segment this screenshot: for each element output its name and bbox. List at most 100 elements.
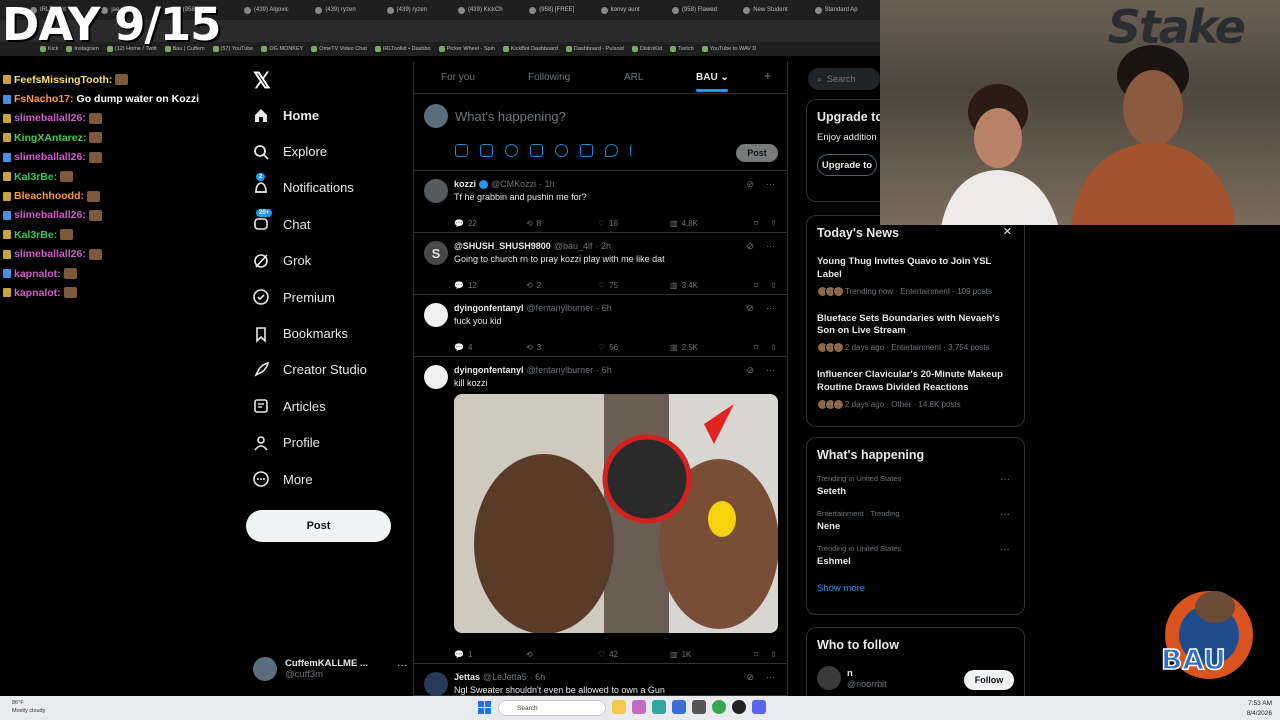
grok-icon[interactable]: ⊘ [746, 365, 754, 376]
sidebar-item-home[interactable]: Home [252, 97, 367, 133]
tweet-author-handle[interactable]: @LeJetta5 [483, 672, 527, 682]
more-icon[interactable]: ··· [1000, 544, 1010, 555]
upgrade-button[interactable]: Upgrade to [817, 154, 877, 177]
tab-following[interactable]: Following [528, 72, 570, 83]
reply-button[interactable]: 💬 12 [454, 281, 526, 290]
sidebar-item-more[interactable]: More [252, 461, 367, 497]
follow-suggestion[interactable]: n @noorrbit Follow [817, 666, 1014, 690]
grok-icon[interactable]: ⊘ [746, 672, 754, 683]
avatar[interactable]: S [424, 241, 448, 265]
bookmark-item[interactable]: OmeTV Video Chat [311, 46, 367, 52]
trend-item[interactable]: Trending in United States Seteth ··· [817, 474, 1014, 497]
gif-icon[interactable] [480, 144, 493, 157]
tweet-author-handle[interactable]: @fentanylburner [527, 365, 594, 375]
grok-icon[interactable]: ⊘ [746, 303, 754, 314]
browser-tab[interactable]: (439) KickCh [454, 2, 523, 18]
browser-tab[interactable]: konvy aunt [597, 2, 666, 18]
reply-button[interactable]: 💬 4 [454, 343, 526, 352]
schedule-icon[interactable] [580, 144, 593, 157]
tweet-author-name[interactable]: dyingonfentanyl [454, 303, 524, 313]
like-button[interactable]: ♡ 16 [598, 219, 670, 228]
more-icon[interactable]: ··· [397, 660, 407, 671]
files-icon[interactable] [692, 700, 706, 714]
tweet-time[interactable]: · 6h [596, 365, 612, 375]
tab-bau[interactable]: BAU ⌄ [696, 72, 729, 83]
sidebar-item-notifications[interactable]: 2 Notifications [252, 170, 367, 206]
tab-for-you[interactable]: For you [441, 72, 475, 83]
image-icon[interactable] [455, 144, 468, 157]
bookmark-item[interactable]: IRLToolkit • Dashbo [374, 46, 431, 52]
obs-icon[interactable] [732, 700, 746, 714]
trend-item[interactable]: Trending in United States Eshmel ··· [817, 544, 1014, 567]
bookmark-item[interactable]: YouTube to WAV D [701, 46, 756, 52]
repost-button[interactable]: ⟲ [526, 650, 598, 659]
close-icon[interactable]: ✕ [1003, 225, 1012, 238]
bookmark-icon[interactable]: ⌑ [754, 343, 758, 352]
tweet-time[interactable]: · 6h [530, 672, 546, 682]
bookmark-item[interactable]: Dashboard - Pulsoid [565, 46, 624, 52]
follow-button[interactable]: Follow [964, 670, 1014, 690]
like-button[interactable]: ♡ 75 [598, 281, 670, 290]
news-item[interactable]: Young Thug Invites Quavo to Join YSL Lab… [817, 256, 1014, 297]
repost-button[interactable]: ⟲ 2 [526, 281, 598, 290]
location-icon[interactable] [605, 144, 618, 157]
tweet[interactable]: kozzi @CMKozzi · 1h ⊘ ··· Tf he grabbin and p… [414, 171, 787, 233]
compose-post-button[interactable]: Post [736, 144, 778, 162]
bookmark-icon[interactable]: ⌑ [754, 650, 758, 659]
search-input[interactable]: ⌕ Search [808, 68, 880, 90]
browser-tab[interactable]: New Student [739, 2, 808, 18]
tweet-time[interactable]: · 6h [596, 303, 612, 313]
more-icon[interactable]: ··· [766, 303, 775, 314]
file-explorer-icon[interactable] [612, 700, 626, 714]
share-icon[interactable]: ⇧ [770, 343, 777, 352]
grok-icon[interactable]: ⊘ [746, 241, 754, 252]
share-icon[interactable]: ⇧ [770, 281, 777, 290]
avatar[interactable] [424, 672, 448, 696]
store-icon[interactable] [672, 700, 686, 714]
browser-tab[interactable]: (439) ryzen [383, 2, 452, 18]
more-icon[interactable]: ··· [766, 241, 775, 252]
poll-icon[interactable] [530, 144, 543, 157]
tweet-author-handle[interactable]: @fentanylburner [527, 303, 594, 313]
tweet-author-handle[interactable]: @bau_4lf [554, 241, 593, 251]
views-button[interactable]: ▥ 4.8K [670, 219, 742, 228]
browser-tab[interactable]: (958) Flawed [668, 2, 737, 18]
emoji-icon[interactable] [555, 144, 568, 157]
more-icon[interactable]: ··· [766, 179, 775, 190]
views-button[interactable]: ▥ 3.4K [670, 281, 742, 290]
grok-icon[interactable]: ⊘ [746, 179, 754, 190]
tweet[interactable]: Jettas @LeJetta5 · 6h ⊘ ··· Ngl Sweater shoul… [414, 664, 787, 696]
tweet-author-name[interactable]: dyingonfentanyl [454, 365, 524, 375]
views-button[interactable]: ▥ 1K [670, 650, 742, 659]
show-more-link[interactable]: Show more [817, 583, 1014, 594]
grok-icon[interactable] [505, 144, 518, 157]
tweet-author-name[interactable]: kozzi [454, 179, 476, 189]
sidebar-item-grok[interactable]: Grok [252, 243, 367, 279]
avatar[interactable] [424, 303, 448, 327]
weather-widget[interactable]: 86°F Mostly cloudy [12, 700, 45, 715]
more-icon[interactable]: ··· [766, 365, 775, 376]
browser-tab[interactable]: (439) Algovic [240, 2, 309, 18]
account-switcher[interactable]: CuffemKALLME ... @cuff3m ··· [253, 656, 407, 682]
sidebar-item-bookmarks[interactable]: Bookmarks [252, 315, 367, 351]
post-button[interactable]: Post [246, 510, 391, 542]
app-icon[interactable] [632, 700, 646, 714]
repost-button[interactable]: ⟲ 3 [526, 343, 598, 352]
bookmark-item[interactable]: Picker Wheel - Spin [438, 46, 495, 52]
tweet-author-name[interactable]: Jettas [454, 672, 480, 682]
tweet-media-image[interactable] [454, 394, 778, 633]
browser-tab[interactable]: (958) [FREE] [525, 2, 594, 18]
browser-tab[interactable]: (439) ryzen [311, 2, 380, 18]
windows-start-icon[interactable] [478, 701, 491, 714]
bookmark-icon[interactable]: ⌑ [754, 219, 758, 228]
tweet-author-name[interactable]: @SHUSH_SHUSH9800 [454, 241, 551, 251]
sidebar-item-premium[interactable]: Premium [252, 279, 367, 315]
sidebar-item-profile[interactable]: Profile [252, 425, 367, 461]
discord-icon[interactable] [752, 700, 766, 714]
sidebar-item-chat[interactable]: 20+ Chat [252, 206, 367, 242]
like-button[interactable]: ♡ 56 [598, 343, 670, 352]
tweet[interactable]: dyingonfentanyl @fentanylburner · 6h ⊘ ··· fu… [414, 295, 787, 357]
reply-button[interactable]: 💬 1 [454, 650, 526, 659]
x-logo[interactable]: 𝕏 [253, 68, 271, 94]
tweet-author-handle[interactable]: @CMKozzi [491, 179, 536, 189]
